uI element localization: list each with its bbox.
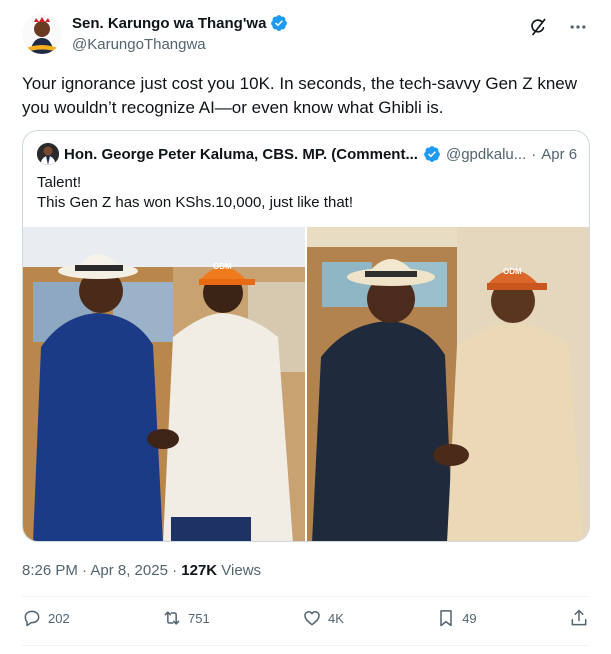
bookmark-icon — [440, 610, 452, 627]
views-label: Views — [217, 562, 262, 579]
illustration-cap-text: ODM — [503, 267, 522, 276]
like-icon — [304, 611, 320, 626]
repost-button[interactable]: 751 — [162, 608, 210, 628]
quoted-date[interactable]: Apr 6 — [541, 146, 577, 163]
repost-count: 751 — [188, 610, 210, 626]
more-icon[interactable] — [567, 16, 589, 38]
author-display-name[interactable]: Sen. Karungo wa Thang'wa — [72, 15, 266, 32]
tweet-card: Sen. Karungo wa Thang'wa @KarungoThangwa… — [0, 0, 611, 654]
quoted-display-name[interactable]: Hon. George Peter Kaluma, CBS. MP. (Comm… — [64, 146, 418, 163]
like-count: 4K — [328, 610, 344, 626]
quoted-text-line-1: Talent! — [37, 174, 82, 191]
grok-icon[interactable] — [527, 16, 549, 38]
author-avatar[interactable] — [22, 14, 62, 54]
tweet-timestamp[interactable]: 8:26 PM · Apr 8, 2025 · 127K Views — [22, 562, 261, 579]
quoted-text: Talent! This Gen Z has won KShs.10,000, … — [37, 173, 353, 213]
handshake-photo[interactable]: ODM — [23, 227, 305, 541]
quoted-avatar — [37, 143, 59, 165]
divider-bottom — [22, 645, 589, 646]
photo-cap-text: ODM — [213, 262, 232, 271]
tweet-top-actions — [527, 16, 589, 38]
tweet-action-bar: 202 751 4K 49 — [22, 608, 589, 628]
reply-count: 202 — [48, 610, 70, 626]
quoted-header: Hon. George Peter Kaluma, CBS. MP. (Comm… — [37, 143, 577, 165]
author-handle[interactable]: @KarungoThangwa — [72, 36, 206, 53]
quoted-media: ODM ODM — [23, 227, 589, 541]
divider-top — [22, 596, 589, 597]
author-name-row: Sen. Karungo wa Thang'wa — [72, 14, 288, 32]
ghibli-illustration[interactable]: ODM — [307, 227, 589, 541]
quoted-text-line-2: This Gen Z has won KShs.10,000, just lik… — [37, 194, 353, 211]
quoted-verified-badge-icon — [423, 145, 441, 163]
share-button[interactable] — [569, 608, 589, 628]
bookmark-count: 49 — [462, 610, 477, 626]
verified-badge-icon — [270, 14, 288, 32]
reply-icon — [24, 610, 40, 627]
repost-icon — [164, 611, 180, 625]
quoted-tweet[interactable]: Hon. George Peter Kaluma, CBS. MP. (Comm… — [22, 130, 590, 542]
tweet-time: 8:26 PM · Apr 8, 2025 · — [22, 562, 182, 579]
reply-button[interactable]: 202 — [22, 608, 70, 628]
quoted-handle[interactable]: @gpdkalu... — [446, 146, 526, 163]
views-count: 127K — [181, 562, 218, 579]
quoted-separator: · — [531, 145, 537, 163]
bookmark-button[interactable]: 49 — [436, 608, 477, 628]
tweet-text: Your ignorance just cost you 10K. In sec… — [22, 74, 578, 117]
like-button[interactable]: 4K — [302, 608, 344, 628]
share-icon — [571, 609, 587, 626]
